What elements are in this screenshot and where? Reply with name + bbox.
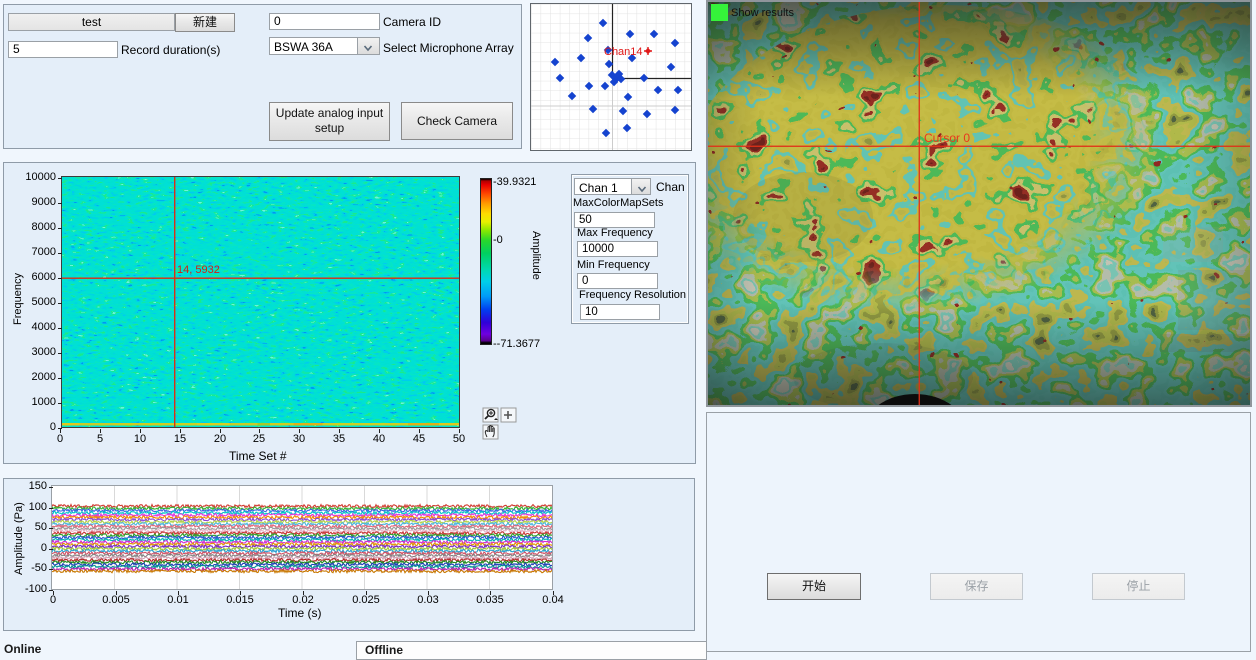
svg-text:Chan14: Chan14 — [604, 46, 643, 58]
svg-text:Cursor 0: Cursor 0 — [924, 131, 970, 145]
svg-text:14, 5932: 14, 5932 — [177, 264, 220, 276]
svg-text:Show results: Show results — [731, 7, 794, 19]
